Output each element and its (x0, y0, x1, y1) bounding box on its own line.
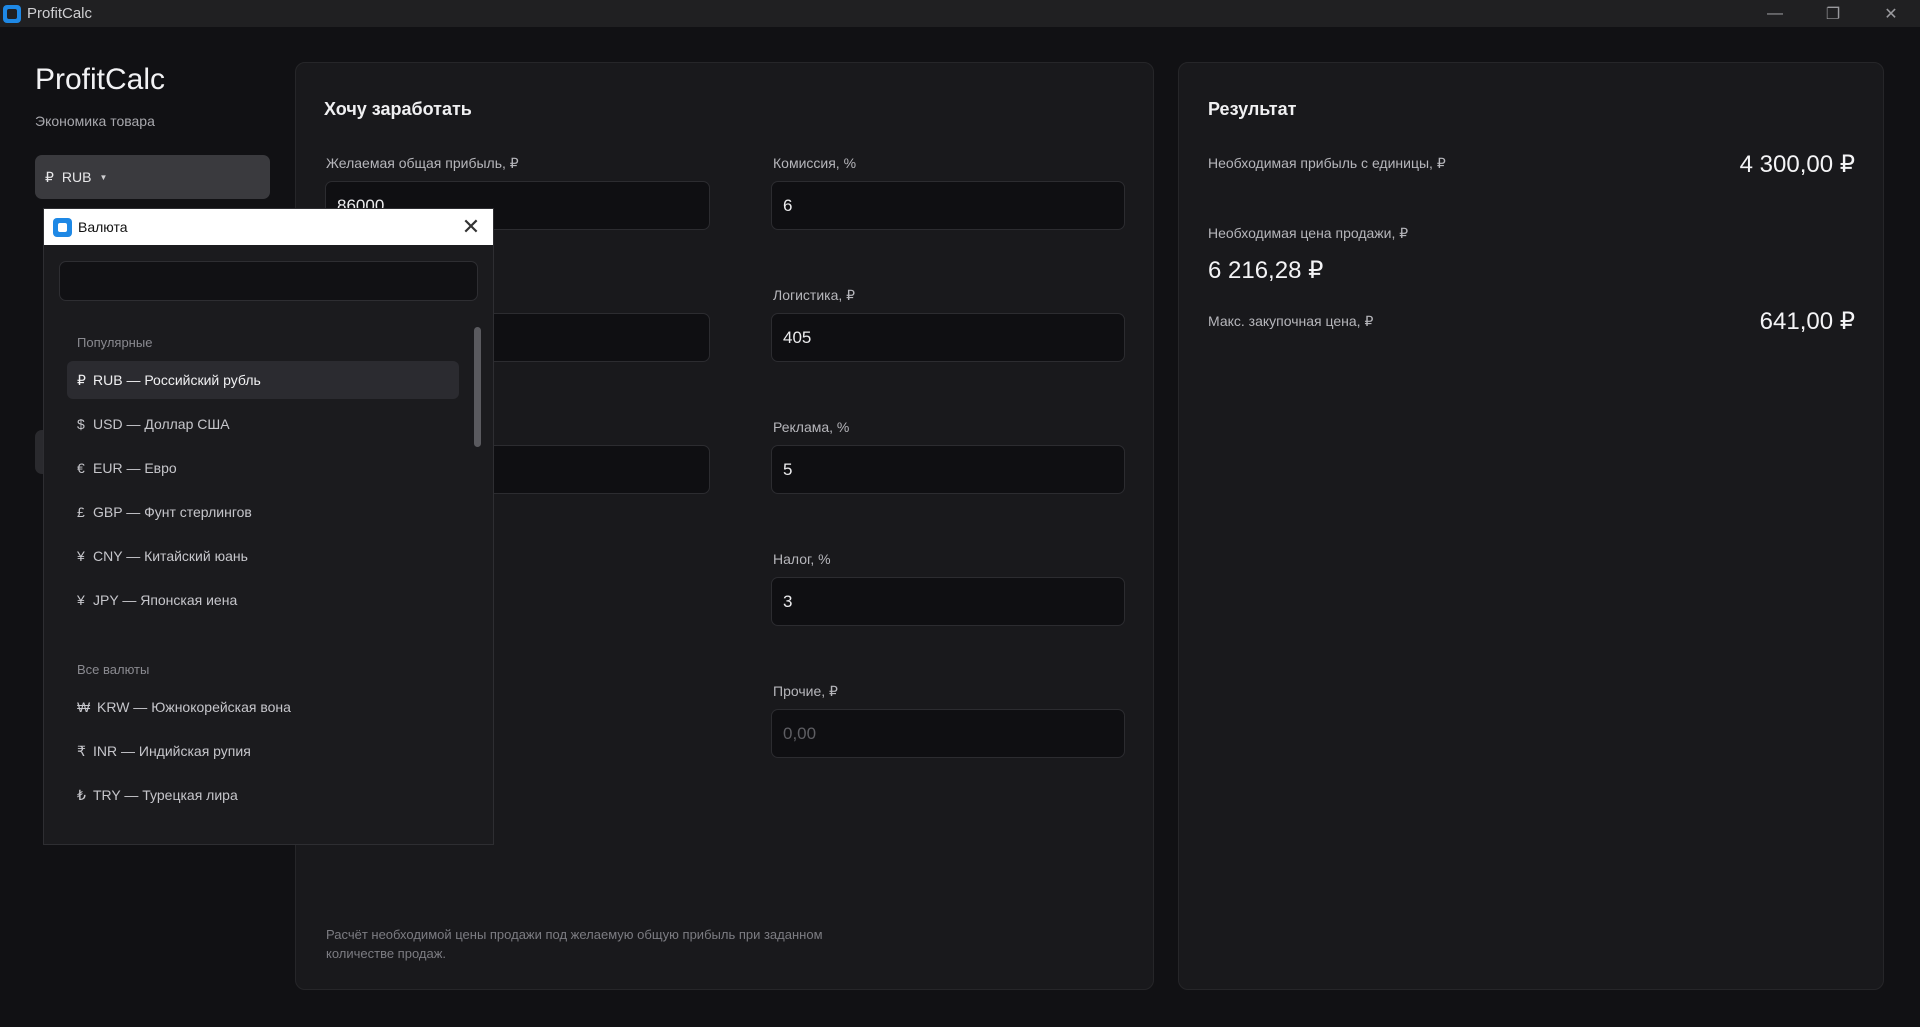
chevron-down-icon: ▼ (99, 172, 108, 182)
footnote: Расчёт необходимой цены продажи под жела… (326, 927, 823, 961)
field-label-tax: Налог, % (773, 551, 831, 567)
currency-item-symbol: $ (77, 416, 85, 432)
currency-item-rub[interactable]: ₽ RUB — Российский рубль (67, 361, 459, 399)
currency-symbol: ₽ (45, 168, 54, 185)
currency-item-krw[interactable]: ₩ KRW — Южнокорейская вона (67, 688, 459, 726)
currency-item-symbol: ₹ (77, 742, 86, 759)
result-value-max-purchase: 641,00 ₽ (1759, 308, 1855, 335)
currency-search-input[interactable] (59, 261, 478, 301)
currency-item-gbp[interactable]: £ GBP — Фунт стерлингов (67, 493, 459, 531)
field-label-other: Прочие, ₽ (773, 683, 838, 699)
dialog-title: Валюта (78, 219, 128, 235)
currency-item-label: USD — Доллар США (93, 416, 230, 432)
currency-item-label: INR — Индийская рупия (93, 743, 251, 759)
logistics-input[interactable] (771, 313, 1125, 362)
window-title: ProfitCalc (27, 5, 93, 22)
other-costs-input[interactable] (771, 709, 1125, 758)
dialog-scrollbar[interactable] (474, 327, 481, 447)
field-label-ads: Реклама, % (773, 419, 850, 435)
currency-item-symbol: £ (77, 504, 85, 520)
window-controls: — ❐ ✕ (1746, 0, 1920, 27)
app-icon (53, 217, 72, 237)
title-bar: ProfitCalc — ❐ ✕ (0, 0, 1920, 27)
ads-input[interactable] (771, 445, 1125, 494)
currency-select-button[interactable]: ₽ RUB ▼ (35, 155, 270, 199)
currency-item-label: TRY — Турецкая лира (93, 787, 238, 803)
currency-item-label: KRW — Южнокорейская вона (97, 699, 291, 715)
currency-item-jpy[interactable]: ¥ JPY — Японская иена (67, 581, 459, 619)
result-panel: Результат (1178, 62, 1884, 990)
close-button[interactable]: ✕ (1862, 0, 1920, 27)
maximize-button[interactable]: ❐ (1804, 0, 1862, 27)
currency-dialog: Валюта ✕ Популярные ₽ RUB — Российский р… (43, 208, 494, 845)
currency-item-usd[interactable]: $ USD — Доллар США (67, 405, 459, 443)
currency-item-symbol: € (77, 460, 85, 476)
input-panel-title: Хочу заработать (324, 99, 472, 119)
close-icon[interactable]: ✕ (459, 214, 483, 239)
currency-item-label: CNY — Китайский юань (93, 548, 248, 564)
field-label-logistics: Логистика, ₽ (773, 287, 856, 303)
currency-code: RUB (61, 169, 92, 185)
currency-item-cny[interactable]: ¥ CNY — Китайский юань (67, 537, 459, 575)
brand-subtitle: Экономика товара (35, 113, 155, 129)
dialog-header: Валюта ✕ (44, 209, 493, 245)
tax-input[interactable] (771, 577, 1125, 626)
result-value-unit-profit: 4 300,00 ₽ (1739, 151, 1855, 178)
currency-item-eur[interactable]: € EUR — Евро (67, 449, 459, 487)
currency-item-label: EUR — Евро (93, 460, 177, 476)
currency-item-label: RUB — Российский рубль (93, 372, 261, 388)
currency-item-symbol: ₽ (77, 371, 86, 388)
currency-item-try[interactable]: ₺ TRY — Турецкая лира (67, 776, 459, 814)
result-label-sale-price: Необходимая цена продажи, ₽ (1208, 225, 1409, 241)
result-label-unit-profit: Необходимая прибыль с единицы, ₽ (1208, 155, 1446, 171)
result-value-sale-price: 6 216,28 ₽ (1208, 257, 1324, 284)
field-label-desired-profit: Желаемая общая прибыль, ₽ (326, 155, 519, 171)
currency-item-symbol: ₺ (77, 786, 86, 803)
app-icon (3, 4, 21, 23)
field-label-commission: Комиссия, % (773, 155, 857, 171)
section-label-popular: Популярные (77, 335, 153, 350)
currency-item-inr[interactable]: ₹ INR — Индийская рупия (67, 732, 459, 770)
result-panel-title: Результат (1208, 99, 1297, 119)
currency-item-symbol: ¥ (77, 592, 85, 608)
result-label-max-purchase: Макс. закупочная цена, ₽ (1208, 313, 1374, 329)
brand-title: ProfitCalc (35, 63, 166, 96)
currency-item-symbol: ₩ (77, 699, 91, 715)
currency-item-label: GBP — Фунт стерлингов (93, 504, 252, 520)
currency-item-label: JPY — Японская иена (93, 592, 238, 608)
minimize-button[interactable]: — (1746, 0, 1804, 27)
commission-input[interactable] (771, 181, 1125, 230)
currency-item-symbol: ¥ (77, 548, 85, 564)
section-label-all: Все валюты (77, 662, 150, 677)
